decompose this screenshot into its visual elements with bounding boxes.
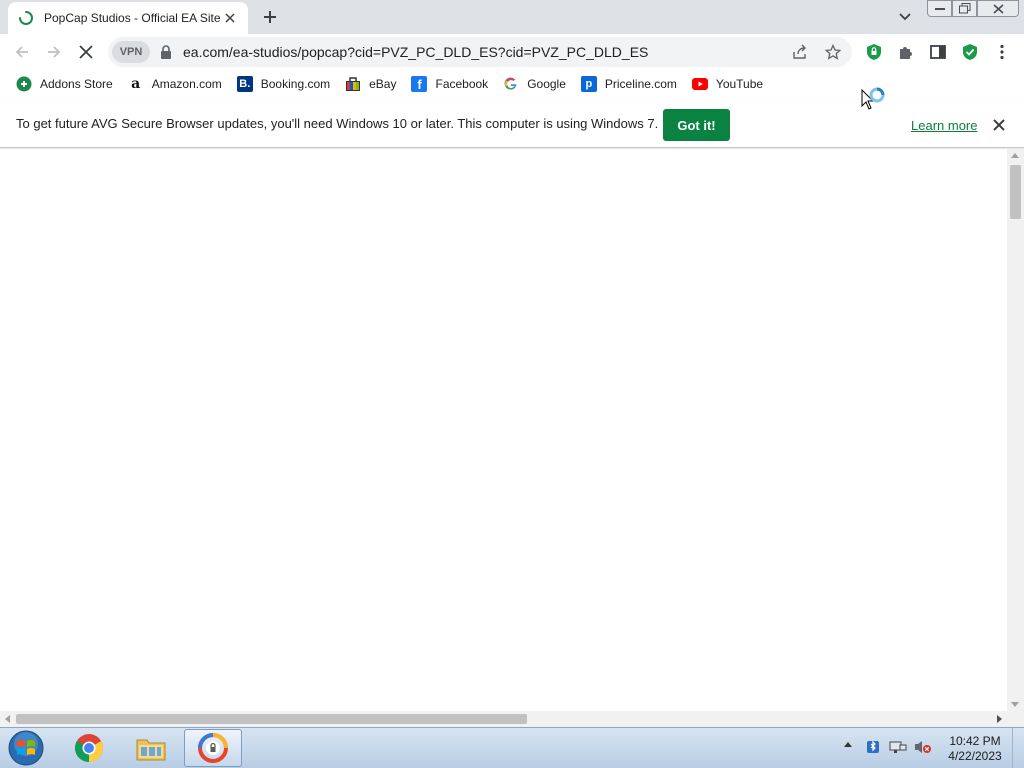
share-icon[interactable] bbox=[790, 42, 810, 62]
bookmark-priceline[interactable]: p Priceline.com bbox=[575, 72, 683, 96]
addons-store-icon bbox=[16, 76, 32, 92]
volume-muted-tray-icon[interactable] bbox=[914, 738, 932, 756]
vertical-scroll-thumb[interactable] bbox=[1010, 165, 1021, 219]
window-close-button[interactable] bbox=[977, 0, 1019, 17]
tab-title: PopCap Studios - Official EA Site bbox=[44, 11, 221, 25]
google-icon bbox=[503, 76, 519, 92]
scroll-up-arrow-icon[interactable] bbox=[1011, 153, 1019, 158]
busy-cursor-icon bbox=[861, 86, 891, 114]
infobar-message: To get future AVG Secure Browser updates… bbox=[16, 116, 659, 131]
clock-date: 4/22/2023 bbox=[948, 749, 1002, 763]
avg-privacy-extension-icon[interactable] bbox=[862, 40, 886, 64]
back-button[interactable] bbox=[10, 40, 34, 64]
bookmark-amazon[interactable]: a Amazon.com bbox=[122, 72, 228, 96]
vertical-scrollbar[interactable] bbox=[1007, 149, 1024, 711]
tab-search-chevron-icon[interactable] bbox=[895, 8, 915, 26]
lock-icon[interactable] bbox=[160, 45, 172, 59]
clock-time: 10:42 PM bbox=[949, 734, 1001, 748]
bookmark-youtube[interactable]: YouTube bbox=[686, 72, 769, 96]
browser-toolbar: VPN ea.com/ea-studios/popcap?cid=PVZ_PC_… bbox=[0, 34, 1024, 70]
bookmark-label: Addons Store bbox=[40, 77, 113, 91]
amazon-icon: a bbox=[131, 76, 141, 92]
forward-button[interactable] bbox=[42, 40, 66, 64]
loading-spinner-icon bbox=[18, 10, 34, 26]
show-hidden-icons-arrow-icon[interactable] bbox=[844, 742, 852, 747]
chrome-icon[interactable] bbox=[60, 729, 118, 767]
url-text[interactable]: ea.com/ea-studios/popcap?cid=PVZ_PC_DLD_… bbox=[183, 44, 648, 60]
horizontal-scrollbar[interactable] bbox=[0, 711, 1007, 727]
bookmark-booking[interactable]: B. Booking.com bbox=[231, 72, 336, 96]
scroll-down-arrow-icon[interactable] bbox=[1011, 702, 1019, 707]
menu-kebab-icon[interactable] bbox=[990, 40, 1014, 64]
avg-security-shield-icon[interactable] bbox=[958, 40, 982, 64]
got-it-button[interactable]: Got it! bbox=[663, 109, 730, 141]
scrollbar-corner bbox=[1007, 711, 1024, 727]
file-explorer-icon[interactable] bbox=[122, 729, 180, 767]
side-panel-icon[interactable] bbox=[926, 40, 950, 64]
start-button[interactable] bbox=[4, 729, 48, 767]
learn-more-link[interactable]: Learn more bbox=[911, 118, 977, 133]
facebook-icon: f bbox=[411, 76, 428, 92]
tab-close-icon[interactable] bbox=[222, 10, 238, 26]
bookmark-facebook[interactable]: f Facebook bbox=[405, 72, 494, 96]
bookmark-label: eBay bbox=[369, 77, 397, 91]
bookmark-label: Google bbox=[527, 77, 566, 91]
bookmark-addons-store[interactable]: Addons Store bbox=[10, 72, 119, 96]
extensions-puzzle-icon[interactable] bbox=[894, 40, 918, 64]
network-tray-icon[interactable] bbox=[889, 738, 907, 756]
restore-button[interactable] bbox=[952, 0, 977, 17]
bookmark-label: YouTube bbox=[715, 77, 764, 91]
windows-taskbar: 10:42 PM 4/22/2023 bbox=[0, 727, 1024, 768]
priceline-icon: p bbox=[580, 76, 597, 92]
bookmark-label: Priceline.com bbox=[604, 77, 677, 91]
bookmark-star-icon[interactable] bbox=[823, 42, 843, 62]
vpn-button[interactable]: VPN bbox=[112, 41, 150, 63]
ebay-icon bbox=[345, 76, 361, 92]
bookmark-label: Facebook bbox=[435, 77, 489, 91]
bookmark-ebay[interactable]: eBay bbox=[339, 72, 402, 96]
minimize-button[interactable] bbox=[927, 0, 952, 17]
avg-secure-browser-icon[interactable] bbox=[184, 729, 242, 767]
stop-loading-button[interactable] bbox=[74, 40, 98, 64]
address-bar[interactable]: VPN ea.com/ea-studios/popcap?cid=PVZ_PC_… bbox=[108, 37, 852, 67]
scroll-right-arrow-icon[interactable] bbox=[997, 715, 1002, 723]
booking-icon: B. bbox=[236, 76, 253, 92]
bluetooth-tray-icon[interactable] bbox=[864, 738, 882, 756]
bookmark-label: Amazon.com bbox=[151, 77, 222, 91]
bookmark-label: Booking.com bbox=[260, 77, 331, 91]
new-tab-button[interactable] bbox=[258, 6, 282, 28]
horizontal-scroll-thumb[interactable] bbox=[16, 714, 527, 724]
tab-strip: PopCap Studios - Official EA Site bbox=[0, 0, 1024, 34]
page-content-blank[interactable] bbox=[0, 149, 1007, 711]
tab-popcap[interactable]: PopCap Studios - Official EA Site bbox=[8, 2, 248, 34]
youtube-icon bbox=[691, 76, 708, 92]
bookmark-google[interactable]: Google bbox=[497, 72, 572, 96]
system-clock[interactable]: 10:42 PM 4/22/2023 bbox=[940, 734, 1010, 764]
scroll-left-arrow-icon[interactable] bbox=[5, 715, 10, 723]
show-desktop-button[interactable] bbox=[1012, 728, 1024, 768]
infobar-close-icon[interactable] bbox=[991, 117, 1007, 133]
